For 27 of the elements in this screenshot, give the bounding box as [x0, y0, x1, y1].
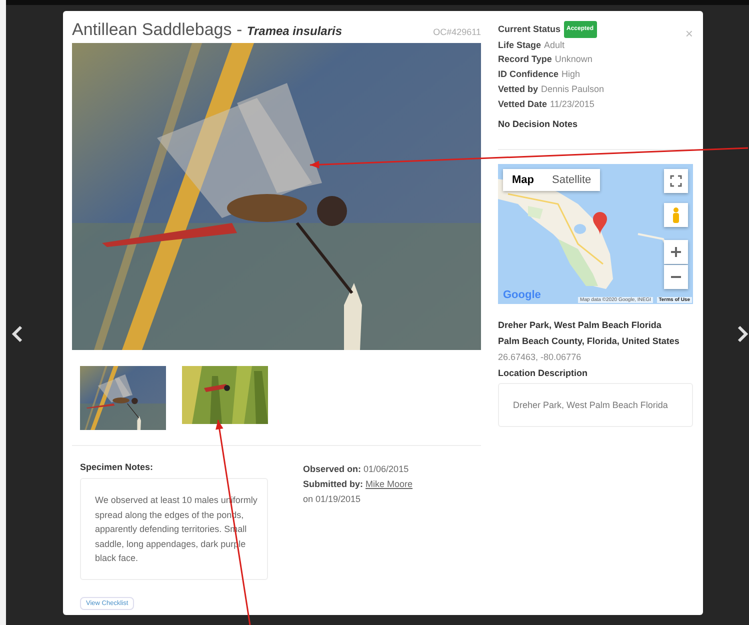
- location-region: Palm Beach County, Florida, United States: [498, 335, 680, 348]
- species-title: Antillean Saddlebags - Tramea insularis: [72, 20, 342, 40]
- status-label: Vetted by: [498, 82, 538, 96]
- status-label: Life Stage: [498, 38, 542, 52]
- location-description: Dreher Park, West Palm Beach Florida: [498, 383, 693, 428]
- status-label: Vetted Date: [498, 98, 548, 111]
- status-value: Unknown: [554, 53, 592, 66]
- status-label: Current Status: [498, 23, 561, 36]
- notes-label: Specimen Notes:: [80, 462, 154, 472]
- map-type-tab[interactable]: Map: [503, 169, 543, 192]
- status-value: 11/23/2015: [550, 98, 594, 111]
- location-description-label: Location Description: [498, 367, 589, 380]
- status-value: Dennis Paulson: [541, 82, 604, 96]
- coordinates: 26.67463, -80.06776: [498, 351, 582, 364]
- status-label: Record Type: [498, 53, 552, 66]
- submitter-link[interactable]: Mike Moore: [366, 479, 413, 489]
- record-id: OC#429611: [433, 27, 481, 37]
- submitted-date: on 01/19/2015: [303, 493, 362, 506]
- submitted-label: Submitted by:: [303, 479, 363, 489]
- status-value: Adult: [544, 38, 565, 52]
- decision-notes: No Decision Notes: [498, 119, 579, 130]
- map-type-tab[interactable]: Satellite: [543, 169, 600, 192]
- location-name: Dreher Park, West Palm Beach Florida: [498, 319, 662, 332]
- observed-date: Observed on: 01/06/2015: [303, 463, 410, 476]
- status-label: ID Confidence: [498, 68, 559, 82]
- map-logo: Google: [503, 289, 541, 302]
- status-value: High: [562, 68, 580, 82]
